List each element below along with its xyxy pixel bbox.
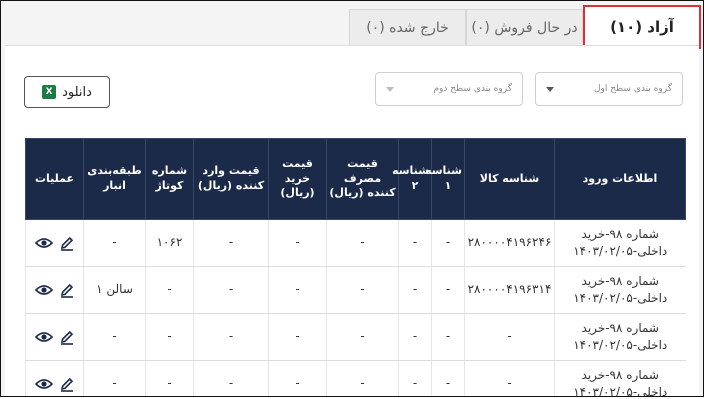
download-button[interactable]: دانلود X <box>24 76 110 108</box>
cell-cottage-number: - <box>145 313 194 361</box>
cell-consumer-price: - <box>326 266 399 314</box>
content-panel: گروه بندی سطح اول گروه بندی سطح دوم دانل… <box>5 45 699 397</box>
view-eye-icon[interactable] <box>34 330 53 344</box>
cell-warehouse-class: - <box>83 219 146 267</box>
edit-icon[interactable] <box>59 282 75 298</box>
cell-importer-price: - <box>193 360 269 396</box>
tab-free[interactable]: آزاد (۱۰) <box>583 5 701 49</box>
entry-line-2: داخلی-۱۴۰۳/۰۲/۰۵ <box>573 244 668 258</box>
entry-line-1: شماره ۹۸-خرید <box>581 320 659 335</box>
cell-entry-info: شماره ۹۸-خرید داخلی-۱۴۰۳/۰۲/۰۵ <box>554 360 686 397</box>
cell-product-id: ۲۸۰۰۰۰۴۱۹۶۳۱۴ <box>464 266 555 314</box>
edit-icon[interactable] <box>59 235 75 251</box>
header-importer-price[interactable]: قیمت وارد کننده (ریال) <box>193 138 269 220</box>
cell-id-2: - <box>398 313 432 361</box>
table-row: شماره ۹۸-خرید داخلی-۱۴۰۳/۰۲/۰۵ - - - - - … <box>25 313 686 361</box>
edit-icon[interactable] <box>59 376 75 392</box>
cell-id-1: - <box>431 313 465 361</box>
table-row: شماره ۹۸-خرید داخلی-۱۴۰۳/۰۲/۰۵ ۲۸۰۰۰۰۴۱۹۶… <box>25 219 686 267</box>
cell-purchase-price: - <box>268 360 327 396</box>
cell-importer-price: - <box>193 266 269 314</box>
header-entry-info[interactable]: اطلاعات ورود <box>554 138 686 220</box>
cell-warehouse-class: - <box>83 313 146 361</box>
cell-operations <box>25 360 84 396</box>
table-row: شماره ۹۸-خرید داخلی-۱۴۰۳/۰۲/۰۵ ۲۸۰۰۰۰۴۱۹۶… <box>25 266 686 314</box>
header-cottage-number[interactable]: شماره کوتاژ <box>145 138 194 220</box>
cell-product-id: ۲۸۰۰۰۰۴۱۹۶۲۴۶ <box>464 219 555 267</box>
first-level-group-placeholder: گروه بندی سطح اول <box>593 84 672 94</box>
tab-removed[interactable]: خارج شده (۰) <box>349 9 466 45</box>
cell-cottage-number: - <box>145 266 194 314</box>
cell-importer-price: - <box>193 219 269 267</box>
cell-purchase-price: - <box>268 266 327 314</box>
cell-id-1: - <box>431 266 465 314</box>
cell-warehouse-class: سالن ۱ <box>83 266 146 314</box>
cell-importer-price: - <box>193 313 269 361</box>
entry-line-2: داخلی-۱۴۰۳/۰۲/۰۵ <box>573 338 668 352</box>
cell-operations <box>25 266 84 314</box>
cell-cottage-number: ۱۰۶۲ <box>145 219 194 267</box>
cell-consumer-price: - <box>326 219 399 267</box>
cell-id-2: - <box>398 360 432 396</box>
second-level-group-placeholder: گروه بندی سطح دوم <box>433 84 512 94</box>
cell-id-2: - <box>398 219 432 267</box>
tabs-bar: آزاد (۱۰) در حال فروش (۰) خارج شده (۰) <box>1 1 703 49</box>
view-eye-icon[interactable] <box>34 236 53 250</box>
first-level-group-select[interactable]: گروه بندی سطح اول <box>535 72 683 106</box>
header-warehouse-class[interactable]: طبقه‌بندی انبار <box>83 138 146 220</box>
entry-line-2: داخلی-۱۴۰۳/۰۲/۰۵ <box>573 385 668 397</box>
chevron-down-icon <box>546 87 554 92</box>
header-purchase-price[interactable]: قیمت خرید (ریال) <box>268 138 327 220</box>
cell-operations <box>25 313 84 361</box>
table-header-row: اطلاعات ورود شناسه کالا شناسه ۱ شناسه ۲ … <box>25 138 686 220</box>
cell-consumer-price: - <box>326 360 399 396</box>
download-label: دانلود <box>62 84 92 100</box>
products-table: اطلاعات ورود شناسه کالا شناسه ۱ شناسه ۲ … <box>25 138 686 397</box>
edit-icon[interactable] <box>59 329 75 345</box>
cell-purchase-price: - <box>268 219 327 267</box>
entry-line-1: شماره ۹۸-خرید <box>581 226 659 241</box>
cell-entry-info: شماره ۹۸-خرید داخلی-۱۴۰۳/۰۲/۰۵ <box>554 313 686 361</box>
cell-purchase-price: - <box>268 313 327 361</box>
chevron-down-icon <box>386 87 394 92</box>
cell-warehouse-class: - <box>83 360 146 396</box>
header-id-2[interactable]: شناسه ۲ <box>392 138 432 220</box>
cell-id-2: - <box>398 266 432 314</box>
cell-id-1: - <box>431 219 465 267</box>
view-eye-icon[interactable] <box>34 377 53 391</box>
second-level-group-select[interactable]: گروه بندی سطح دوم <box>375 72 523 106</box>
excel-icon: X <box>42 85 57 99</box>
entry-line-1: شماره ۹۸-خرید <box>581 273 659 288</box>
cell-entry-info: شماره ۹۸-خرید داخلی-۱۴۰۳/۰۲/۰۵ <box>554 219 686 267</box>
entry-line-2: داخلی-۱۴۰۳/۰۲/۰۵ <box>573 291 668 305</box>
header-consumer-price[interactable]: قیمت مصرف کننده (ریال) <box>326 138 399 220</box>
screen-frame: آزاد (۱۰) در حال فروش (۰) خارج شده (۰) گ… <box>0 0 704 397</box>
cell-consumer-price: - <box>326 313 399 361</box>
cell-id-1: - <box>431 360 465 396</box>
header-id-1[interactable]: شناسه ۱ <box>425 138 465 220</box>
cell-entry-info: شماره ۹۸-خرید داخلی-۱۴۰۳/۰۲/۰۵ <box>554 266 686 314</box>
cell-operations <box>25 219 84 267</box>
cell-cottage-number: - <box>145 360 194 396</box>
cell-product-id: - <box>464 313 555 361</box>
entry-line-1: شماره ۹۸-خرید <box>581 367 659 382</box>
tab-on-sale[interactable]: در حال فروش (۰) <box>466 9 583 45</box>
cell-product-id: - <box>464 360 555 396</box>
header-operations: عملیات <box>25 138 84 220</box>
header-product-id[interactable]: شناسه کالا <box>464 138 555 220</box>
table-row: شماره ۹۸-خرید داخلی-۱۴۰۳/۰۲/۰۵ - - - - - … <box>25 360 686 397</box>
view-eye-icon[interactable] <box>34 283 53 297</box>
